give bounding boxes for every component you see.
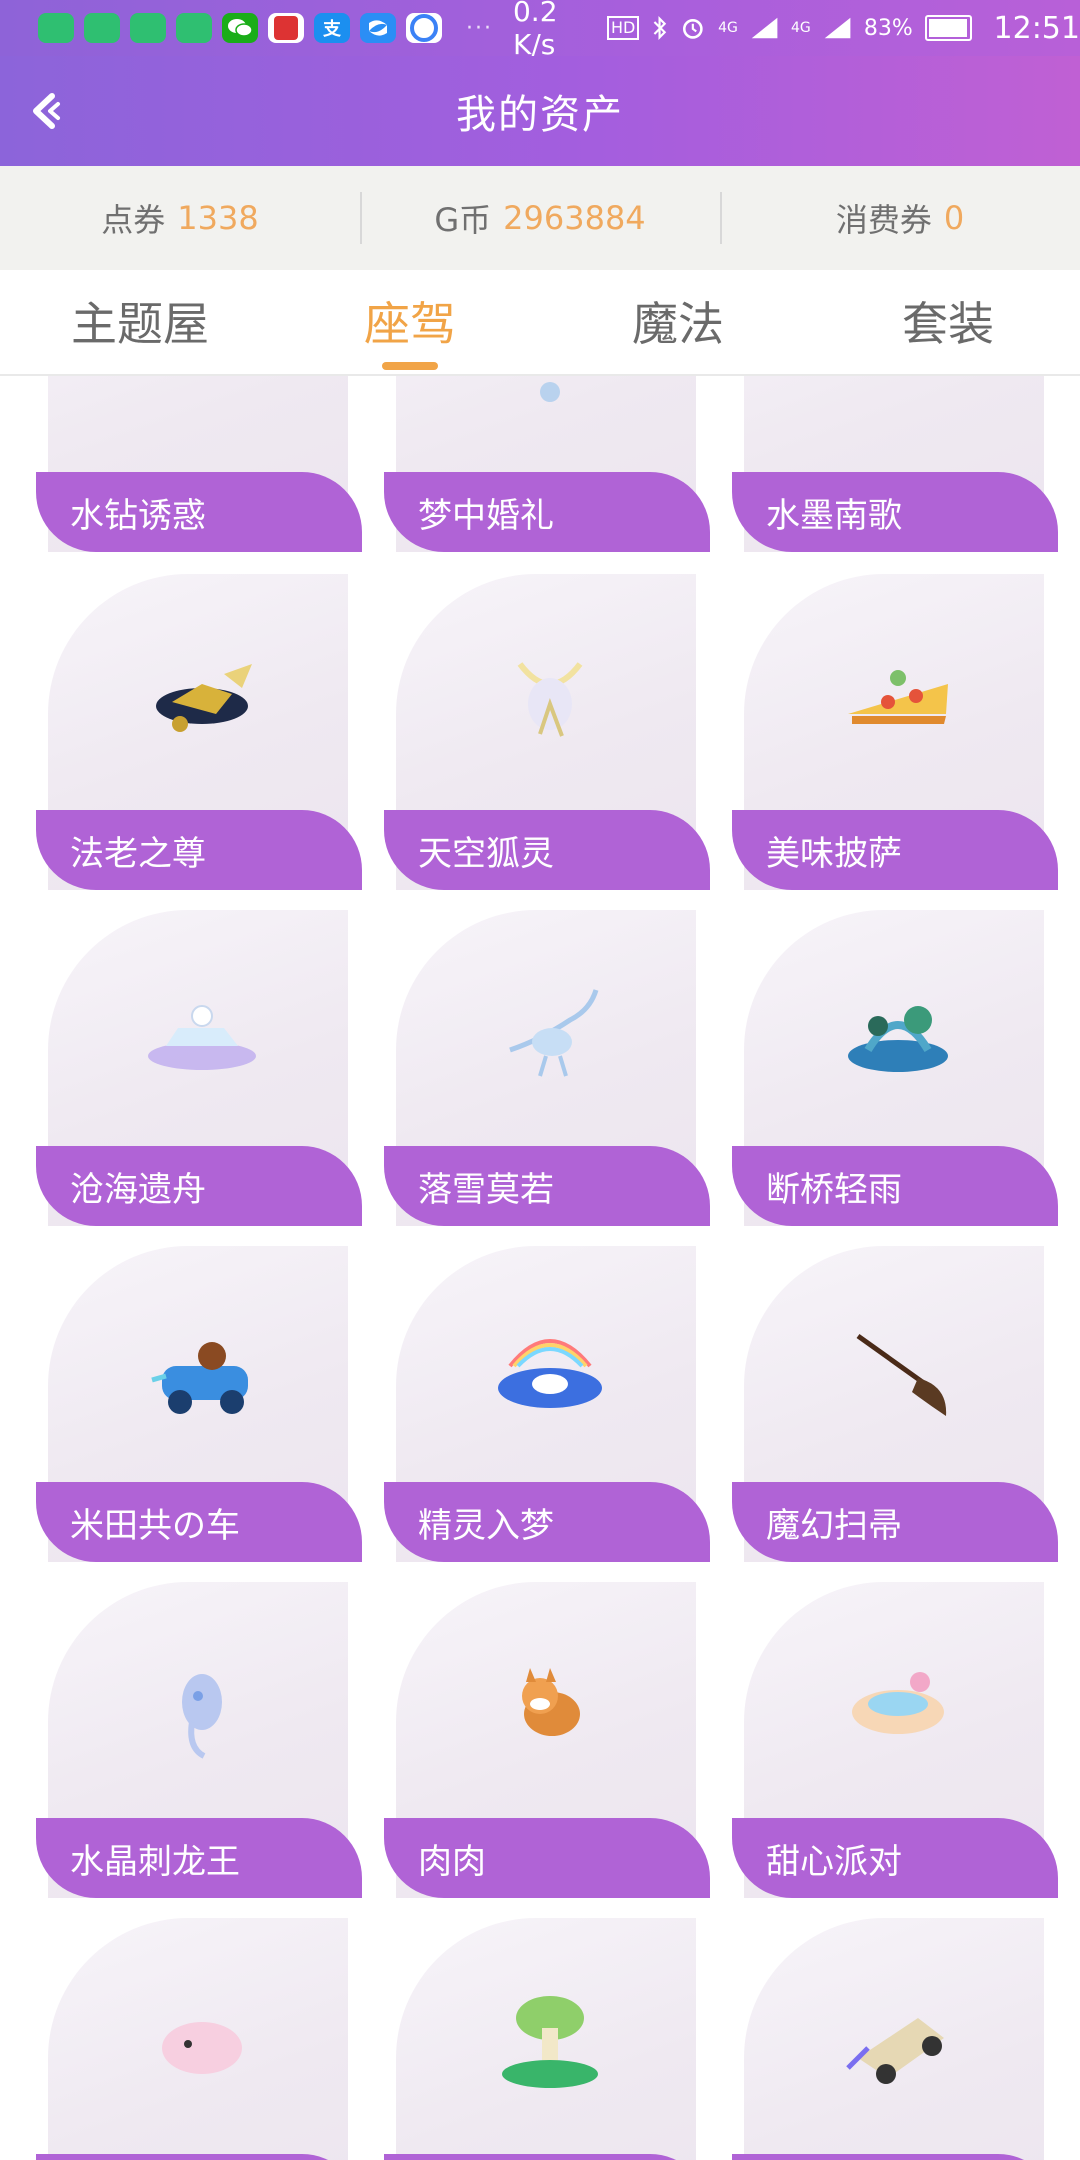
vehicle-image (856, 1333, 947, 1416)
tab-magic[interactable]: 魔法 (578, 288, 778, 354)
battery-icon (924, 15, 972, 41)
vehicle-card[interactable]: 肉肉 (384, 1582, 710, 1906)
vehicle-card[interactable]: 断桥轻雨 (732, 910, 1058, 1234)
vehicle-name: 法老之尊 (36, 810, 362, 890)
balance-label: 消费券 (835, 201, 932, 239)
back-arrow-icon (33, 93, 60, 129)
browser-icon (406, 13, 442, 43)
vehicle-image (846, 2018, 944, 2084)
vehicle-name: 断桥轻雨 (732, 1146, 1058, 1226)
vehicle-card[interactable]: 天空狐灵 (384, 574, 710, 898)
alarm-icon (683, 19, 704, 39)
balance-label: G币 (434, 201, 492, 239)
vehicle-name: 精灵入梦 (384, 1482, 710, 1562)
vehicle-name: 甜心派对 (732, 1818, 1058, 1898)
balance-value: 1338 (177, 199, 259, 237)
vehicle-card[interactable] (732, 1918, 1058, 2160)
status-bar: 支 ··· 0.2 K/s HD 4G 4G 83% 12:51 (0, 0, 1080, 61)
chat-app-icon (84, 13, 120, 43)
vehicle-card[interactable]: 梦中婚礼 (384, 376, 710, 560)
balance-value: 2963884 (503, 199, 646, 237)
page-title: 我的资产 (456, 92, 624, 138)
vehicle-name (36, 2154, 362, 2160)
vehicle-image (156, 664, 252, 732)
network-type-1: 4G (718, 20, 738, 36)
vehicle-name: 落雪莫若 (384, 1146, 710, 1226)
vehicle-card[interactable]: 法老之尊 (36, 574, 362, 898)
vehicle-name: 美味披萨 (732, 810, 1058, 890)
signal-icon (824, 17, 851, 39)
vehicle-image (502, 1996, 598, 2088)
alipay-icon: 支 (314, 13, 350, 43)
vehicle-name: 水晶刺龙王 (36, 1818, 362, 1898)
vehicle-name: 魔幻扫帚 (732, 1482, 1058, 1562)
tab-outfits[interactable]: 套装 (848, 288, 1048, 354)
vehicle-card[interactable]: 水墨南歌 (732, 376, 1058, 560)
hd-voice-icon: HD (606, 16, 640, 40)
vehicle-card[interactable]: 落雪莫若 (384, 910, 710, 1234)
wechat-icon (222, 13, 258, 43)
vehicle-card[interactable]: 沧海遗舟 (36, 910, 362, 1234)
vehicle-name: 水钻诱惑 (36, 472, 362, 552)
balance-label: 点券 (101, 201, 166, 239)
vehicle-image (182, 1674, 222, 1759)
vehicle-image (848, 670, 948, 724)
balance-coupon: 点券 1338 (0, 166, 360, 270)
vehicle-card[interactable]: 魔幻扫帚 (732, 1246, 1058, 1570)
vehicle-image (848, 1006, 948, 1072)
news-app-icon (268, 13, 304, 43)
balance-gcoin: G币 2963884 (360, 166, 720, 270)
back-button[interactable] (22, 86, 72, 136)
balance-bar: 点券 1338 G币 2963884 消费券 0 (0, 166, 1080, 270)
tab-theme-house[interactable]: 主题屋 (40, 288, 240, 354)
vehicle-name: 沧海遗舟 (36, 1146, 362, 1226)
vehicle-name: 米田共の车 (36, 1482, 362, 1562)
vehicle-name: 肉肉 (384, 1818, 710, 1898)
vehicle-card[interactable] (36, 1918, 362, 2160)
vehicle-image (509, 989, 599, 1077)
battery-percent: 83% (863, 15, 913, 41)
signal-icon (751, 17, 778, 39)
network-type-2: 4G (790, 20, 811, 36)
active-tab-indicator (382, 362, 438, 370)
chat-app-icon (38, 13, 74, 43)
vehicle-name: 水墨南歌 (732, 472, 1058, 552)
vehicle-name: 天空狐灵 (384, 810, 710, 890)
more-notifications-icon: ··· (466, 15, 493, 41)
vehicle-image (852, 1672, 944, 1734)
bluetooth-icon (653, 16, 667, 40)
vehicle-card[interactable]: 水晶刺龙王 (36, 1582, 362, 1906)
network-speed: 0.2 K/s (512, 0, 558, 61)
vehicle-image (540, 382, 560, 402)
vehicle-card[interactable]: 精灵入梦 (384, 1246, 710, 1570)
app-icon (360, 13, 396, 43)
vehicle-image (522, 1668, 580, 1736)
vehicle-card[interactable]: 美味披萨 (732, 574, 1058, 898)
vehicle-image (151, 1342, 248, 1414)
vehicle-card[interactable]: 水钻诱惑 (36, 376, 362, 560)
vehicle-name: 梦中婚礼 (384, 472, 710, 552)
vehicle-card[interactable]: 米田共の车 (36, 1246, 362, 1570)
vehicle-image (162, 2022, 242, 2074)
balance-voucher: 消费券 0 (720, 166, 1080, 270)
vehicle-card[interactable] (384, 1918, 710, 2160)
vehicle-grid: 水钻诱惑 梦中婚礼 水墨南歌 法老之尊 天空狐灵 美味披萨 沧海遗舟 落雪莫若 … (0, 376, 1080, 2160)
vehicle-image (148, 1005, 256, 1070)
tab-vehicles[interactable]: 座驾 (310, 288, 510, 354)
app-header: 我的资产 (0, 56, 1080, 166)
vehicle-card[interactable]: 甜心派对 (732, 1582, 1058, 1906)
balance-value: 0 (943, 199, 965, 237)
vehicle-name (384, 2154, 710, 2160)
vehicle-image (517, 662, 583, 737)
chat-app-icon (176, 13, 212, 43)
vehicle-image (498, 1339, 602, 1408)
category-tabs: 主题屋 座驾 魔法 套装 (0, 270, 1080, 376)
vehicle-name (732, 2154, 1058, 2160)
chat-app-icon (130, 13, 166, 43)
clock: 12:51 (993, 10, 1080, 46)
notification-icons: 支 (38, 13, 442, 43)
